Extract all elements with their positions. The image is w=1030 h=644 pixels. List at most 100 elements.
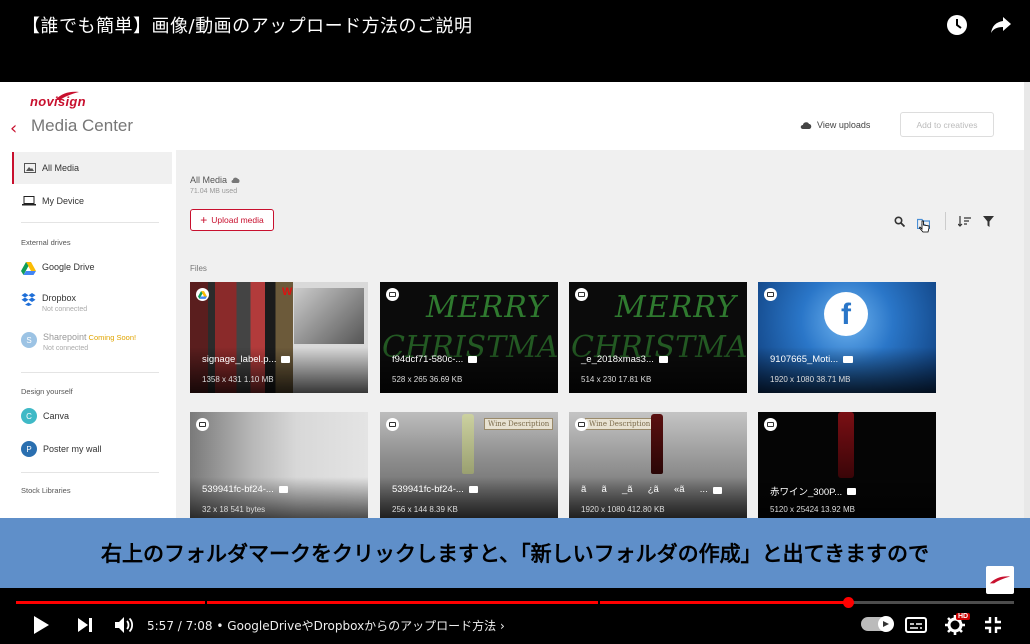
- file-name: 9107665_Moti...: [770, 354, 854, 365]
- next-icon: [78, 618, 92, 632]
- file-meta: 5120 x 25424 13.92 MB: [770, 505, 855, 514]
- page-title: Media Center: [31, 116, 134, 135]
- thumbnail-overlay: [294, 288, 364, 344]
- sidebar-item-sharepoint: S Sharepoint Coming Soon! Not connected: [21, 332, 136, 352]
- video-title[interactable]: 【誰でも簡単】画像/動画のアップロード方法のご説明: [22, 12, 473, 38]
- media-card[interactable]: Wine Description ãã_ã¿ã«ã... 1…: [569, 412, 747, 522]
- dropbox-icon: [21, 293, 36, 306]
- plus-icon: +: [200, 213, 208, 227]
- upload-badge: [575, 418, 588, 431]
- main-content: All Media 71.04 MB used + Upload media F…: [176, 150, 1024, 522]
- image-type-icon: [658, 356, 668, 363]
- add-to-creatives-button[interactable]: Add to creatives: [900, 112, 994, 137]
- upload-badge: [764, 418, 777, 431]
- toolbar-divider: [945, 212, 946, 230]
- upload-media-button[interactable]: + Upload media: [190, 209, 274, 231]
- image-type-icon: [468, 486, 478, 493]
- sidebar-item-poster-my-wall[interactable]: P Poster my wall: [21, 441, 102, 457]
- new-folder-button[interactable]: [916, 214, 933, 233]
- facebook-logo: f: [824, 292, 868, 336]
- google-drive-badge: [196, 288, 209, 301]
- dropbox-text: Dropbox Not connected: [42, 293, 87, 313]
- section-label-design: Design yourself: [21, 387, 73, 396]
- file-meta: 1920 x 1080 412.80 KB: [581, 505, 665, 514]
- channel-logo[interactable]: [986, 566, 1014, 594]
- share-icon[interactable]: [988, 12, 1014, 38]
- play-button[interactable]: [32, 612, 50, 638]
- file-meta: 1920 x 1080 38.71 MB: [770, 375, 851, 384]
- sidebar-item-label: Dropbox: [42, 293, 77, 303]
- media-card[interactable]: Wine Description 539941fc-bf24-... 256 x…: [380, 412, 558, 522]
- file-meta: 514 x 230 17.81 KB: [581, 375, 652, 384]
- file-name: _e_2018xmas3...: [581, 354, 668, 365]
- wine-bottle: [462, 414, 474, 474]
- exit-fullscreen-button[interactable]: [984, 612, 1002, 638]
- captions-button[interactable]: [905, 612, 927, 638]
- logo-swoosh-icon: [55, 91, 79, 100]
- video-type-icon: [843, 356, 854, 363]
- upload-badge: [764, 288, 777, 301]
- cloud-upload-icon: [800, 121, 812, 129]
- view-uploads-button[interactable]: View uploads: [800, 120, 870, 130]
- autoplay-knob: [878, 616, 894, 632]
- upload-badge: [386, 288, 399, 301]
- media-card[interactable]: 539941fc-bf24-... 32 x 18 541 bytes: [190, 412, 368, 522]
- sidebar-item-canva[interactable]: C Canva: [21, 408, 69, 424]
- app-header: novisign ‹ Media Center View uploads Add…: [0, 82, 1024, 150]
- top-actions: [944, 12, 1014, 38]
- image-type-icon: [712, 486, 722, 494]
- clock-icon[interactable]: [944, 12, 970, 38]
- image-type-icon: [468, 356, 478, 363]
- hd-badge: HD: [956, 613, 971, 620]
- sidebar-item-google-drive[interactable]: Google Drive: [21, 262, 95, 275]
- file-meta: 528 x 265 36.69 KB: [392, 375, 463, 384]
- image-type-icon: [847, 487, 857, 495]
- next-button[interactable]: [76, 612, 94, 638]
- sidebar-item-label: My Device: [42, 196, 85, 206]
- back-button[interactable]: ‹: [10, 118, 17, 139]
- media-card[interactable]: MERRY CHRISTMAS _e_2018xmas3... 514 x 23…: [569, 282, 747, 393]
- file-name-text: 9107665_Moti...: [770, 354, 839, 365]
- breadcrumb-label[interactable]: All Media: [190, 175, 227, 185]
- sidebar-item-my-device[interactable]: My Device: [12, 185, 172, 217]
- time-label: 5:57 / 7:08: [147, 619, 213, 633]
- media-card[interactable]: W signage_label.p... 1358 x 431 1.10 MB: [190, 282, 368, 393]
- media-card[interactable]: 赤ワイン_300P... 5120 x 25424 13.92 MB: [758, 412, 936, 522]
- sort-icon[interactable]: [958, 215, 971, 227]
- media-card[interactable]: MERRY CHRISTMAS f94dcf71-580c-... 528 x …: [380, 282, 558, 393]
- file-name-text: 赤ワイン_300P...: [770, 487, 843, 498]
- upload-badge: [575, 288, 588, 301]
- settings-button[interactable]: HD: [945, 612, 971, 638]
- media-card[interactable]: f 9107665_Moti... 1920 x 1080 38.71 MB: [758, 282, 936, 393]
- file-name: ãã_ã¿ã«ã...: [581, 484, 722, 496]
- progress-scrubber[interactable]: [843, 597, 854, 608]
- thumbnail-logo: W: [282, 286, 293, 298]
- sharepoint-text: Sharepoint Coming Soon! Not connected: [43, 332, 136, 352]
- sidebar-item-dropbox[interactable]: Dropbox Not connected: [21, 293, 87, 313]
- captions-icon: [905, 617, 927, 633]
- chapter-arrow[interactable]: ›: [500, 619, 505, 633]
- file-meta: 1358 x 431 1.10 MB: [202, 375, 274, 384]
- wine-bottle: [651, 414, 663, 474]
- section-label-external: External drives: [21, 238, 71, 247]
- filter-icon[interactable]: [983, 215, 994, 227]
- files-section-label: Files: [190, 264, 207, 273]
- toolbar: [894, 212, 994, 233]
- chapter-title[interactable]: • GoogleDriveやDropboxからのアップロード方法: [216, 619, 496, 633]
- autoplay-toggle[interactable]: [861, 616, 894, 632]
- search-icon[interactable]: [894, 215, 905, 227]
- sidebar-item-label: Google Drive: [42, 262, 95, 272]
- sidebar-item-label: Poster my wall: [43, 444, 102, 454]
- canva-icon: C: [21, 408, 37, 424]
- sidebar-item-all-media[interactable]: All Media: [12, 152, 172, 184]
- file-name: 539941fc-bf24-...: [392, 484, 478, 495]
- sidebar-item-label: All Media: [42, 163, 80, 173]
- wine-description-label: Wine Description: [585, 418, 655, 430]
- app-scrollbar[interactable]: [1024, 82, 1030, 522]
- sidebar-item-label: Canva: [43, 411, 70, 421]
- upload-media-label: Upload media: [211, 215, 264, 225]
- volume-button[interactable]: [114, 612, 134, 638]
- image-icon: [24, 163, 36, 173]
- section-label-stock: Stock Libraries: [21, 486, 71, 495]
- file-name: 539941fc-bf24-...: [202, 484, 288, 495]
